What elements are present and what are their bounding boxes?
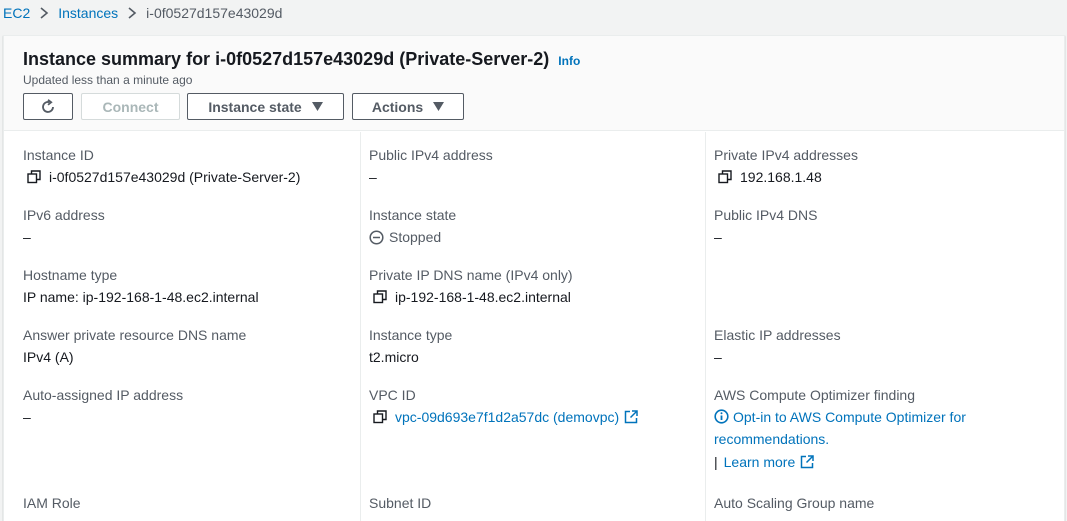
auto-ip-value: – — [23, 409, 31, 425]
chevron-right-icon — [39, 7, 49, 19]
field-label: IPv6 address — [23, 207, 105, 223]
field-label: Answer private resource DNS name — [23, 327, 247, 343]
breadcrumb: EC2 Instances i-0f0527d157e43029d — [0, 0, 282, 26]
field-label: Private IP DNS name (IPv4 only) — [369, 267, 573, 283]
field-label: VPC ID — [369, 387, 416, 403]
field-label: Hostname type — [23, 267, 118, 283]
field-label: Instance ID — [23, 147, 94, 163]
panel-header: Instance summary for i-0f0527d157e43029d… — [4, 36, 1064, 131]
field-public-dns: Public IPv4 DNS – — [714, 206, 817, 246]
field-ipv6: IPv6 address – — [23, 206, 105, 246]
field-answer-dns: Answer private resource DNS name IPv4 (A… — [23, 326, 246, 366]
public-ipv4-value: – — [369, 169, 377, 185]
breadcrumb-instances[interactable]: Instances — [58, 5, 118, 21]
instance-id-value: i-0f0527d157e43029d (Private-Server-2) — [49, 169, 301, 185]
learn-more-link[interactable]: Learn more — [724, 454, 796, 470]
info-icon — [714, 408, 729, 424]
field-label: Auto-assigned IP address — [23, 387, 184, 403]
chevron-right-icon — [127, 7, 137, 19]
field-optimizer: AWS Compute Optimizer finding Opt-in to … — [714, 386, 1049, 470]
field-private-dns: Private IP DNS name (IPv4 only) ip-192-1… — [369, 266, 573, 306]
caret-down-icon — [433, 102, 445, 111]
copy-icon[interactable] — [373, 290, 387, 304]
field-label: Public IPv4 address — [369, 147, 493, 163]
refresh-icon — [40, 98, 56, 115]
field-label: Instance type — [369, 327, 453, 343]
field-label: IAM Role — [23, 495, 81, 511]
answer-dns-value: IPv4 (A) — [23, 349, 74, 365]
hostname-type-value: IP name: ip-192-168-1-48.ec2.internal — [23, 289, 259, 305]
field-hostname-type: Hostname type IP name: ip-192-168-1-48.e… — [23, 266, 259, 306]
vpc-id-link[interactable]: vpc-09d693e7f1d2a57dc (demovpc) — [395, 408, 619, 426]
field-elastic-ip: Elastic IP addresses – — [714, 326, 841, 366]
instance-type-value: t2.micro — [369, 349, 419, 365]
instance-state-label: Instance state — [208, 98, 302, 115]
breadcrumb-current: i-0f0527d157e43029d — [146, 5, 283, 21]
field-label: AWS Compute Optimizer finding — [714, 387, 915, 403]
field-label: Instance state — [369, 207, 457, 223]
field-vpc-id: VPC ID vpc-09d693e7f1d2a57dc (demovpc) — [369, 386, 638, 426]
connect-button[interactable]: Connect — [81, 93, 180, 120]
copy-icon[interactable] — [718, 170, 732, 184]
column-divider — [705, 132, 706, 521]
field-label: Public IPv4 DNS — [714, 207, 818, 223]
refresh-button[interactable] — [23, 93, 73, 120]
public-dns-value: – — [714, 229, 722, 245]
private-dns-value: ip-192-168-1-48.ec2.internal — [395, 289, 571, 305]
breadcrumb-ec2[interactable]: EC2 — [3, 5, 30, 21]
field-label: Elastic IP addresses — [714, 327, 841, 343]
column-divider — [360, 132, 361, 521]
instance-summary-panel: Instance summary for i-0f0527d157e43029d… — [3, 35, 1065, 521]
stopped-icon — [369, 229, 384, 245]
field-instance-type: Instance type t2.micro — [369, 326, 452, 366]
external-link-icon — [624, 410, 638, 424]
field-asg-name: Auto Scaling Group name — [714, 494, 874, 512]
optimizer-opt-in-link[interactable]: Opt-in to AWS Compute Optimizer for reco… — [714, 406, 1049, 450]
field-label: Auto Scaling Group name — [714, 495, 875, 511]
field-subnet-id: Subnet ID — [369, 494, 431, 512]
field-instance-state: Instance state Stopped — [369, 206, 456, 246]
actions-label: Actions — [371, 98, 424, 115]
info-link[interactable]: Info — [558, 54, 580, 68]
ipv6-value: – — [23, 229, 31, 245]
field-private-ipv4: Private IPv4 addresses 192.168.1.48 — [714, 146, 858, 186]
connect-label: Connect — [102, 98, 159, 115]
elastic-ip-value: – — [714, 349, 722, 365]
field-instance-id: Instance ID i-0f0527d157e43029d (Private… — [23, 146, 300, 186]
field-label: Private IPv4 addresses — [714, 147, 858, 163]
instance-state-button[interactable]: Instance state — [187, 93, 344, 120]
updated-text: Updated less than a minute ago — [23, 73, 193, 87]
caret-down-icon — [311, 102, 323, 111]
actions-button[interactable]: Actions — [352, 93, 464, 120]
external-link-icon — [800, 455, 814, 469]
page-title: Instance summary for i-0f0527d157e43029d… — [23, 49, 550, 69]
field-iam-role: IAM Role — [23, 494, 81, 512]
field-auto-ip: Auto-assigned IP address – — [23, 386, 183, 426]
instance-state-value: Stopped — [389, 229, 442, 245]
field-public-ipv4: Public IPv4 address – — [369, 146, 493, 186]
separator: | — [714, 454, 718, 470]
private-ipv4-value: 192.168.1.48 — [740, 169, 822, 185]
field-label: Subnet ID — [369, 495, 432, 511]
copy-icon[interactable] — [27, 170, 41, 184]
copy-icon[interactable] — [373, 410, 387, 424]
optimizer-text: Opt-in to AWS Compute Optimizer for reco… — [714, 409, 966, 447]
